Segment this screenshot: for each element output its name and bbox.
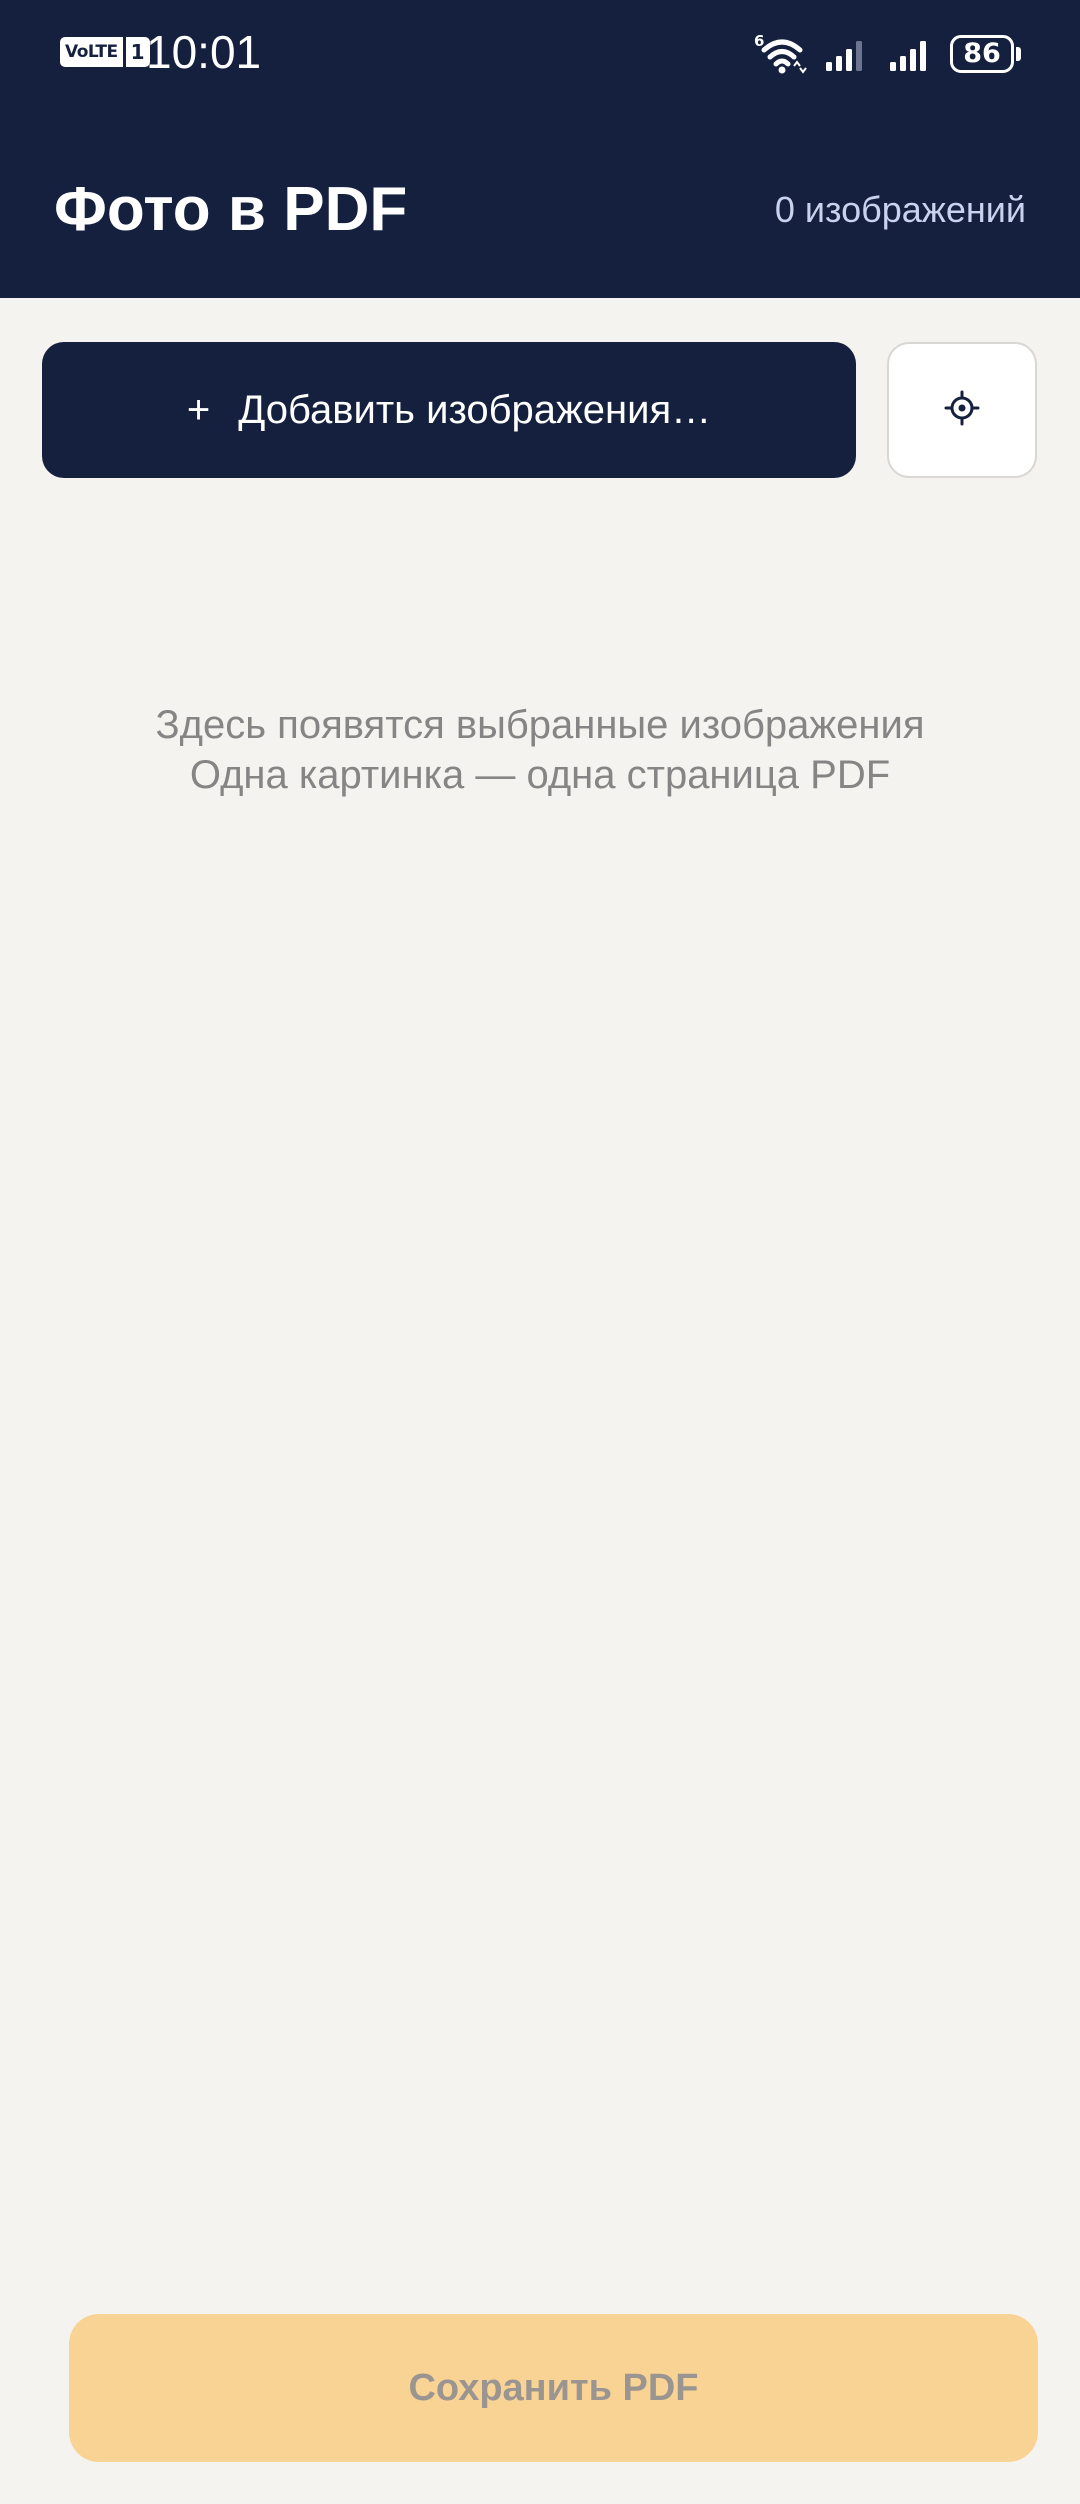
wifi-icon: 6 xyxy=(754,32,810,76)
status-icons: 6 86 xyxy=(754,30,1022,78)
battery-percent: 86 xyxy=(963,38,1001,69)
signal-icon-sim2 xyxy=(888,36,934,72)
add-images-button[interactable]: + Добавить изображения… xyxy=(42,342,856,478)
battery-icon: 86 xyxy=(950,35,1022,73)
page-title: Фото в PDF xyxy=(54,175,408,244)
settings-icon xyxy=(942,388,982,433)
save-pdf-label: Сохранить PDF xyxy=(408,2366,699,2409)
status-bar: VoLTE 1 10:01 6 86 xyxy=(0,0,1080,110)
settings-button[interactable] xyxy=(887,342,1037,478)
empty-state: Здесь появятся выбранные изображения Одн… xyxy=(0,700,1080,800)
wifi-badge: 6 xyxy=(754,32,764,50)
volte-badge: VoLTE 1 xyxy=(60,36,150,68)
app-header: VoLTE 1 10:01 6 86 Фото в PDF 0 изображе… xyxy=(0,0,1080,298)
status-clock: 10:01 xyxy=(146,26,262,78)
add-images-label: Добавить изображения… xyxy=(238,387,712,432)
battery-cap xyxy=(1016,47,1021,61)
signal-icon-sim1 xyxy=(824,36,870,72)
empty-state-line-2: Одна картинка — одна страница PDF xyxy=(189,753,891,797)
volte-label: VoLTE xyxy=(60,37,123,67)
plus-icon: + xyxy=(186,388,211,432)
toolbar: + Добавить изображения… xyxy=(42,342,1038,478)
save-pdf-button[interactable]: Сохранить PDF xyxy=(69,2314,1038,2462)
image-count: 0 изображений xyxy=(774,189,1026,230)
empty-state-line-1: Здесь появятся выбранные изображения xyxy=(155,703,925,747)
